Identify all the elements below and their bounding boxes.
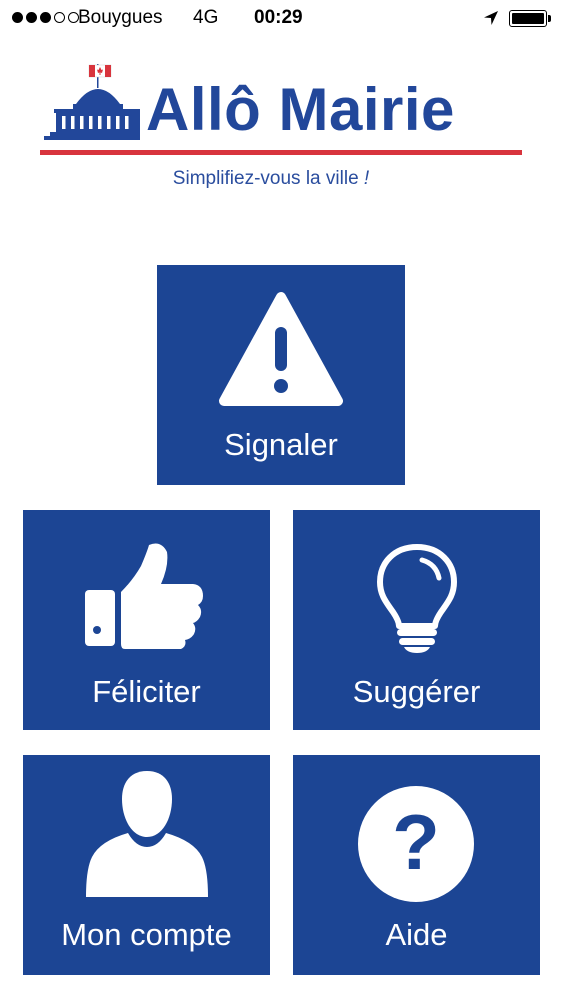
tagline-punctuation: ! [363,168,370,189]
signaler-label: Signaler [224,427,338,462]
signaler-button[interactable]: Signaler [157,265,405,485]
network-type: 4G [193,7,219,28]
mon-compte-button[interactable]: Mon compte [23,755,270,975]
aide-button[interactable]: ? Aide [293,755,540,975]
signal-strength-icon [12,12,79,23]
feliciter-label: Féliciter [92,674,201,709]
suggerer-button[interactable]: Suggérer [293,510,540,730]
help-icon: ? [358,786,474,902]
mon-compte-label: Mon compte [61,917,232,952]
warning-icon [219,292,343,406]
status-bar: Bouygues 4G 00:29 [0,0,563,38]
aide-label: Aide [385,917,448,952]
location-arrow-icon [484,11,498,25]
carrier-name: Bouygues [78,7,163,28]
user-icon [86,771,208,897]
svg-text:?: ? [392,798,440,886]
suggerer-label: Suggérer [352,674,481,709]
tagline-text: Simplifiez-vous la ville [172,168,359,189]
app-tagline: Simplifiez-vous la ville ! [0,168,542,190]
battery-tip [548,15,551,22]
app-title: Allô Mairie [146,76,455,143]
status-time: 00:29 [254,7,303,28]
battery-icon [509,10,547,27]
feliciter-button[interactable]: Féliciter [23,510,270,730]
title-underline [40,150,522,155]
thumbs-up-icon [85,543,203,649]
lightbulb-icon [377,544,457,653]
city-hall-logo-icon [44,64,140,140]
